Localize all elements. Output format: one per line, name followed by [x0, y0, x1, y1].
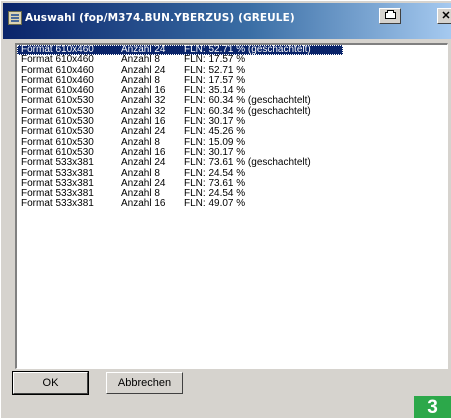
title-bar[interactable]: Auswahl (fop/M374.BUN.YBERZUS) (GREULE) … — [3, 3, 451, 39]
ok-button[interactable]: OK — [12, 371, 89, 395]
cancel-button[interactable]: Abbrechen — [106, 372, 183, 394]
list-item-count: Anzahl 16 — [121, 198, 166, 210]
close-button[interactable]: ✕ — [437, 8, 451, 24]
window-title: Auswahl (fop/M374.BUN.YBERZUS) (GREULE) — [25, 12, 295, 24]
list-item-fln: FLN: 49.07 % — [184, 198, 246, 210]
list-item[interactable]: Format 533x381 Anzahl 16 FLN: 49.07 % — [17, 198, 447, 210]
figure-number-badge: 3 — [414, 396, 451, 418]
window-icon — [8, 11, 22, 25]
format-listbox[interactable]: Format 610x460 Anzahl 24 FLN: 52.71 % (ges… — [15, 43, 448, 369]
close-icon: ✕ — [441, 10, 451, 22]
print-button[interactable] — [379, 8, 401, 24]
dialog-window: Auswahl (fop/M374.BUN.YBERZUS) (GREULE) … — [0, 0, 451, 418]
list-item-format: Format 533x381 — [21, 198, 94, 210]
printer-icon — [385, 10, 396, 19]
